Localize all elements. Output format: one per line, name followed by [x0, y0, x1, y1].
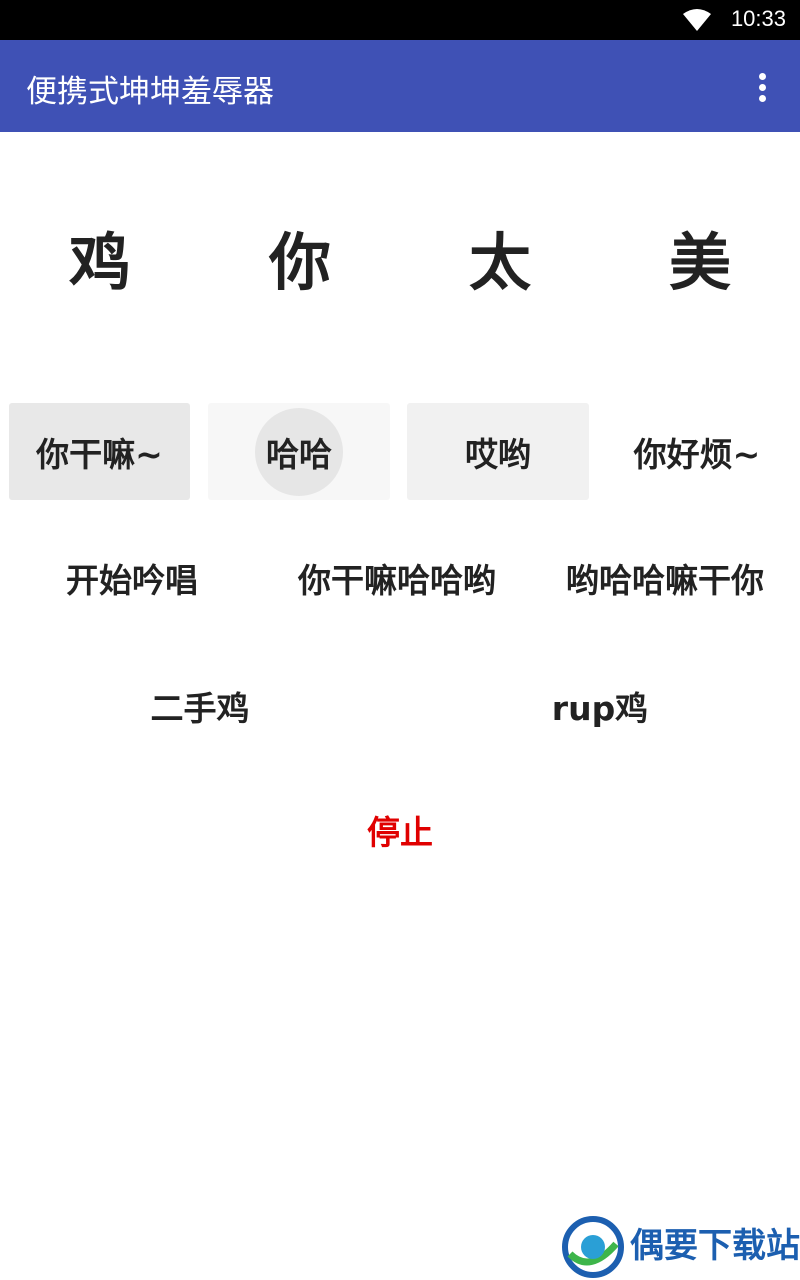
more-vert-icon[interactable]	[746, 70, 778, 106]
button-label: rup鸡	[551, 689, 649, 728]
watermark: 偶要下载站	[560, 1214, 800, 1280]
button-label: 二手鸡	[150, 689, 250, 728]
button-label: 哟哈哈嘛干你	[566, 561, 764, 600]
button-label: 你好烦~	[633, 434, 761, 474]
big-char: 太	[468, 226, 531, 299]
big-char: 你	[268, 226, 331, 299]
stop-button[interactable]: 停止	[300, 784, 500, 876]
sound-button-ershouji[interactable]: 二手鸡	[0, 660, 400, 752]
big-text-row: 鸡 你 太 美	[0, 218, 800, 308]
sound-button-rupji[interactable]: rup鸡	[400, 660, 800, 752]
button-label: 你干嘛~	[36, 434, 163, 474]
sound-button-nihaofan[interactable]: 你好烦~	[606, 403, 788, 500]
wifi-icon	[683, 9, 711, 31]
sound-button-reverse[interactable]: 哟哈哈嘛干你	[530, 532, 800, 624]
sound-button-haha[interactable]: 哈哈	[208, 403, 390, 500]
app-title: 便携式坤坤羞辱器	[26, 74, 274, 110]
button-label: 你干嘛哈哈哟	[298, 561, 496, 600]
button-label: 开始吟唱	[66, 561, 198, 600]
big-char: 鸡	[68, 226, 131, 299]
status-bar: 10:33	[0, 0, 800, 40]
button-label: 哎哟	[465, 434, 531, 474]
watermark-logo-icon	[562, 1216, 624, 1278]
button-label: 哈哈	[266, 434, 332, 474]
sound-button-aiyo[interactable]: 哎哟	[407, 403, 589, 500]
status-time: 10:33	[730, 6, 786, 31]
watermark-title: 偶要下载站	[630, 1226, 800, 1266]
stop-label: 停止	[367, 813, 433, 852]
app-bar: 便携式坤坤羞辱器	[0, 40, 800, 132]
sound-button-start-chant[interactable]: 开始吟唱	[0, 532, 264, 624]
sound-button-nigan-haha[interactable]: 你干嘛哈哈哟	[264, 532, 530, 624]
big-char: 美	[668, 226, 731, 299]
sound-button-nigan[interactable]: 你干嘛~	[9, 403, 190, 500]
